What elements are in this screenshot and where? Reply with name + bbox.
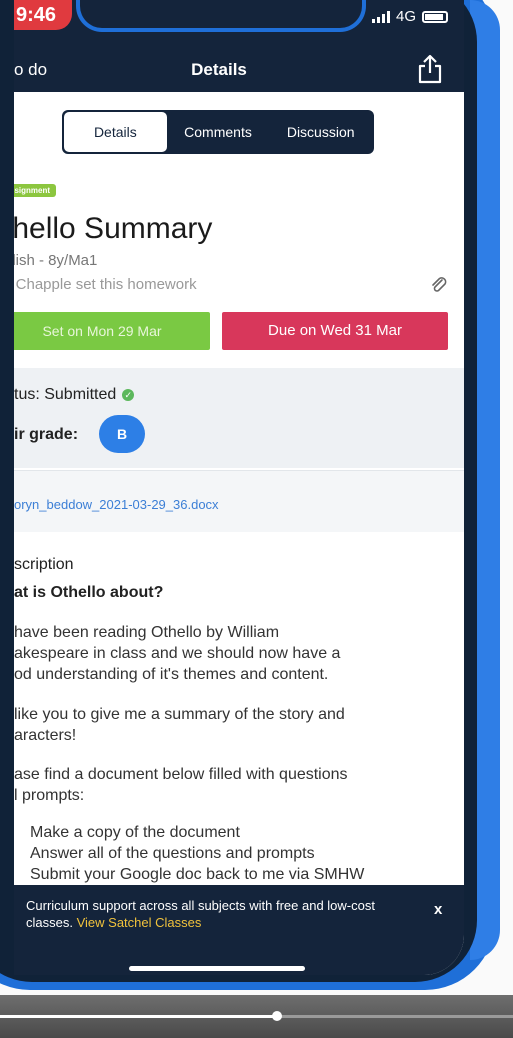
description-paragraph: ase find a document below filled with qu… (14, 764, 348, 806)
grade-badge: B (99, 415, 145, 453)
tab-control: Details Comments Discussion (62, 110, 374, 154)
banner-message: Curriculum support across all subjects w… (26, 897, 406, 931)
scrubber-track[interactable] (0, 1011, 513, 1021)
assignment-badge: ssignment (14, 184, 57, 197)
grade-label: ir grade: (14, 426, 79, 443)
share-icon[interactable] (416, 54, 444, 84)
scrubber-handle[interactable] (272, 1011, 283, 1021)
steps-list: Make a copy of the document Answer all o… (30, 822, 364, 885)
paragraph-line: l prompts: (14, 787, 85, 804)
paragraph-line: ase find a document below filled with qu… (14, 766, 348, 783)
description-subheading: at is Othello about? (14, 584, 164, 601)
list-item: Make a copy of the document (30, 824, 240, 841)
paragraph-line: aracters! (14, 727, 77, 744)
homework-title: thello Summary (14, 212, 213, 245)
close-icon[interactable]: x (434, 901, 442, 918)
list-item: Submit your Google doc back to me via SM… (30, 866, 365, 883)
promo-banner: Curriculum support across all subjects w… (14, 885, 464, 975)
paragraph-line: like you to give me a summary of the sto… (14, 706, 345, 723)
list-item: Answer all of the questions and prompts (30, 845, 315, 862)
status-panel: tus: Submitted ✓ ir grade: B (14, 368, 464, 468)
network-label: 4G (395, 8, 416, 25)
video-frame: 9:46 4G o do Details Details Comments Di… (0, 0, 513, 1038)
description-heading: scription (14, 556, 74, 573)
video-scrubber-bar (0, 995, 513, 1038)
paragraph-line: od understanding of it's themes and cont… (14, 666, 329, 683)
paperclip-icon (432, 277, 447, 292)
homework-set-by: s Chapple set this homework (14, 276, 197, 293)
homework-subject: glish - 8y/Ma1 (14, 252, 98, 269)
check-circle-icon: ✓ (122, 388, 135, 401)
navigation-bar: 9:46 4G o do Details (14, 0, 464, 92)
description-paragraph: have been reading Othello by William ake… (14, 622, 340, 685)
tab-discussion[interactable]: Discussion (269, 112, 372, 152)
home-indicator (129, 966, 305, 971)
tab-comments[interactable]: Comments (167, 112, 270, 152)
page-title: Details (191, 60, 247, 79)
attachment-panel: oryn_beddow_2021-03-29_36.docx (14, 470, 464, 532)
battery-icon (422, 10, 448, 23)
paragraph-line: have been reading Othello by William (14, 624, 280, 641)
submission-status: tus: Submitted ✓ (14, 386, 135, 404)
phone-screen: 9:46 4G o do Details Details Comments Di… (14, 0, 464, 975)
signal-icon (371, 10, 390, 23)
status-label: tus: Submitted (14, 386, 117, 403)
satchel-classes-link[interactable]: View Satchel Classes (77, 915, 202, 930)
attachment-link[interactable]: oryn_beddow_2021-03-29_36.docx (14, 497, 219, 512)
due-date-label: Due on Wed 31 Mar (222, 312, 448, 350)
set-date-label: Set on Mon 29 Mar (14, 312, 210, 350)
tab-details[interactable]: Details (64, 112, 167, 152)
status-icons: 4G (371, 8, 448, 25)
description-paragraph: like you to give me a summary of the sto… (14, 704, 345, 746)
phone-notch (76, 0, 366, 32)
status-time: 9:46 (14, 0, 72, 30)
paragraph-line: akespeare in class and we should now hav… (14, 645, 341, 662)
scrubber-progress (0, 1015, 278, 1018)
